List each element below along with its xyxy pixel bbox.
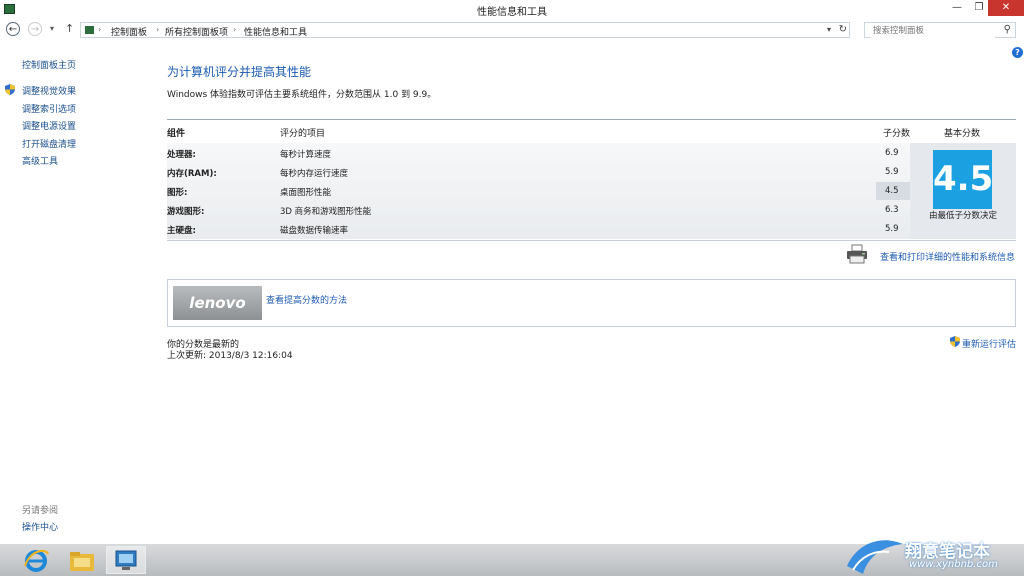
row-item: 每秒内存运行速度 <box>280 169 349 179</box>
breadcrumb-control-panel[interactable]: 控制面板 <box>111 25 147 38</box>
column-header-rated-item: 评分的项目 <box>280 129 326 139</box>
column-header-base-score: 基本分数 <box>944 129 981 139</box>
oem-info-box: lenovo 查看提高分数的方法 <box>167 279 1016 327</box>
column-header-subscore: 子分数 <box>883 129 911 139</box>
search-icon[interactable]: ⚲ <box>1004 24 1011 35</box>
row-component: 游戏图形: <box>167 207 205 217</box>
control-panel-home-link[interactable]: 控制面板主页 <box>22 58 76 71</box>
row-component: 处理器: <box>167 150 196 160</box>
address-dropdown-icon[interactable]: ▾ <box>827 25 831 34</box>
row-subscore: 5.9 <box>885 167 899 177</box>
help-icon[interactable]: ? <box>1012 47 1023 58</box>
table-row: 主硬盘: 磁盘数据传输速率 5.9 <box>167 219 910 238</box>
row-item: 3D 商务和游戏图形性能 <box>280 207 372 217</box>
breadcrumb-all-items[interactable]: 所有控制面板项 <box>165 25 228 38</box>
rerun-assessment-link[interactable]: 重新运行评估 <box>962 337 1016 350</box>
internet-explorer-icon[interactable] <box>16 546 56 574</box>
title-bar: 性能信息和工具 — ❐ ✕ <box>0 0 1024 18</box>
printer-icon <box>847 244 867 264</box>
breadcrumb-separator[interactable]: › <box>233 25 236 34</box>
shield-icon <box>950 336 960 347</box>
page-description: Windows 体验指数可评估主要系统组件，分数范围从 1.0 到 9.9。 <box>167 90 437 100</box>
file-explorer-icon[interactable] <box>62 546 102 574</box>
watermark-url: www.xynbnb.com <box>909 559 998 570</box>
search-input[interactable] <box>871 24 995 38</box>
adjust-indexing-link[interactable]: 调整索引选项 <box>22 102 76 115</box>
watermark: 翔意笔记本 www.xynbnb.com <box>845 536 1024 576</box>
lenovo-logo: lenovo <box>173 286 262 320</box>
control-panel-icon <box>85 26 94 34</box>
disk-cleanup-link[interactable]: 打开磁盘清理 <box>22 137 76 150</box>
base-score-caption: 由最低子分数决定 <box>928 211 997 221</box>
column-header-component: 组件 <box>167 129 186 139</box>
see-also-label: 另请参阅 <box>22 506 59 516</box>
advanced-tools-link[interactable]: 高级工具 <box>22 154 58 167</box>
base-score-panel: 4.5 由最低子分数决定 <box>910 143 1016 239</box>
breadcrumb-performance[interactable]: 性能信息和工具 <box>244 25 307 38</box>
address-bar: ← → ▾ ↑ › 控制面板 › 所有控制面板项 › 性能信息和工具 ▾ ↻ ⚲ <box>0 18 1024 44</box>
left-pane: 控制面板主页 调整视觉效果 调整索引选项 调整电源设置 打开磁盘清理 高级工具 <box>0 44 150 544</box>
print-detailed-info-link[interactable]: 查看和打印详细的性能和系统信息 <box>880 250 1015 263</box>
row-component: 内存(RAM): <box>167 169 217 179</box>
table-row: 内存(RAM): 每秒内存运行速度 5.9 <box>167 162 910 181</box>
recent-locations-dropdown-icon[interactable]: ▾ <box>50 24 54 33</box>
row-subscore: 4.5 <box>885 186 899 196</box>
breadcrumb-separator[interactable]: › <box>156 25 159 34</box>
row-item: 桌面图形性能 <box>280 188 332 198</box>
row-component: 主硬盘: <box>167 226 196 236</box>
watermark-logo <box>847 540 903 574</box>
improve-score-tips-link[interactable]: 查看提高分数的方法 <box>266 293 347 306</box>
window-title: 性能信息和工具 <box>477 7 547 18</box>
page-title: 为计算机评分并提高其性能 <box>167 65 312 79</box>
back-arrow-icon[interactable]: ← <box>6 22 20 36</box>
table-row: 游戏图形: 3D 商务和游戏图形性能 6.3 <box>167 200 910 219</box>
row-subscore: 5.9 <box>885 224 899 234</box>
last-updated: 上次更新: 2013/8/3 12:16:04 <box>167 351 293 361</box>
adjust-visual-effects-link[interactable]: 调整视觉效果 <box>22 84 76 97</box>
row-item: 磁盘数据传输速率 <box>280 226 349 236</box>
row-subscore: 6.3 <box>885 205 899 215</box>
performance-taskbar-icon[interactable] <box>106 546 146 574</box>
row-item: 每秒计算速度 <box>280 150 332 160</box>
action-center-link[interactable]: 操作中心 <box>22 520 58 533</box>
table-row: 处理器: 每秒计算速度 6.9 <box>167 143 910 162</box>
base-score-tile: 4.5 <box>933 150 993 209</box>
search-box[interactable]: ⚲ <box>864 22 1016 38</box>
table-row: 图形: 桌面图形性能 4.5 <box>167 181 910 200</box>
adjust-power-link[interactable]: 调整电源设置 <box>22 119 76 132</box>
row-subscore: 6.9 <box>885 148 899 158</box>
forward-arrow-icon[interactable]: → <box>28 22 42 36</box>
refresh-icon[interactable]: ↻ <box>839 24 847 35</box>
close-button[interactable]: ✕ <box>988 0 1024 16</box>
breadcrumb-separator[interactable]: › <box>98 25 101 34</box>
shield-icon <box>5 84 15 95</box>
up-arrow-icon[interactable]: ↑ <box>65 22 74 35</box>
score-table: 组件 评分的项目 子分数 基本分数 处理器: 每秒计算速度 6.9 内存(RAM… <box>167 119 1016 241</box>
breadcrumb[interactable]: › 控制面板 › 所有控制面板项 › 性能信息和工具 ▾ ↻ <box>80 22 850 38</box>
row-component: 图形: <box>167 188 188 198</box>
